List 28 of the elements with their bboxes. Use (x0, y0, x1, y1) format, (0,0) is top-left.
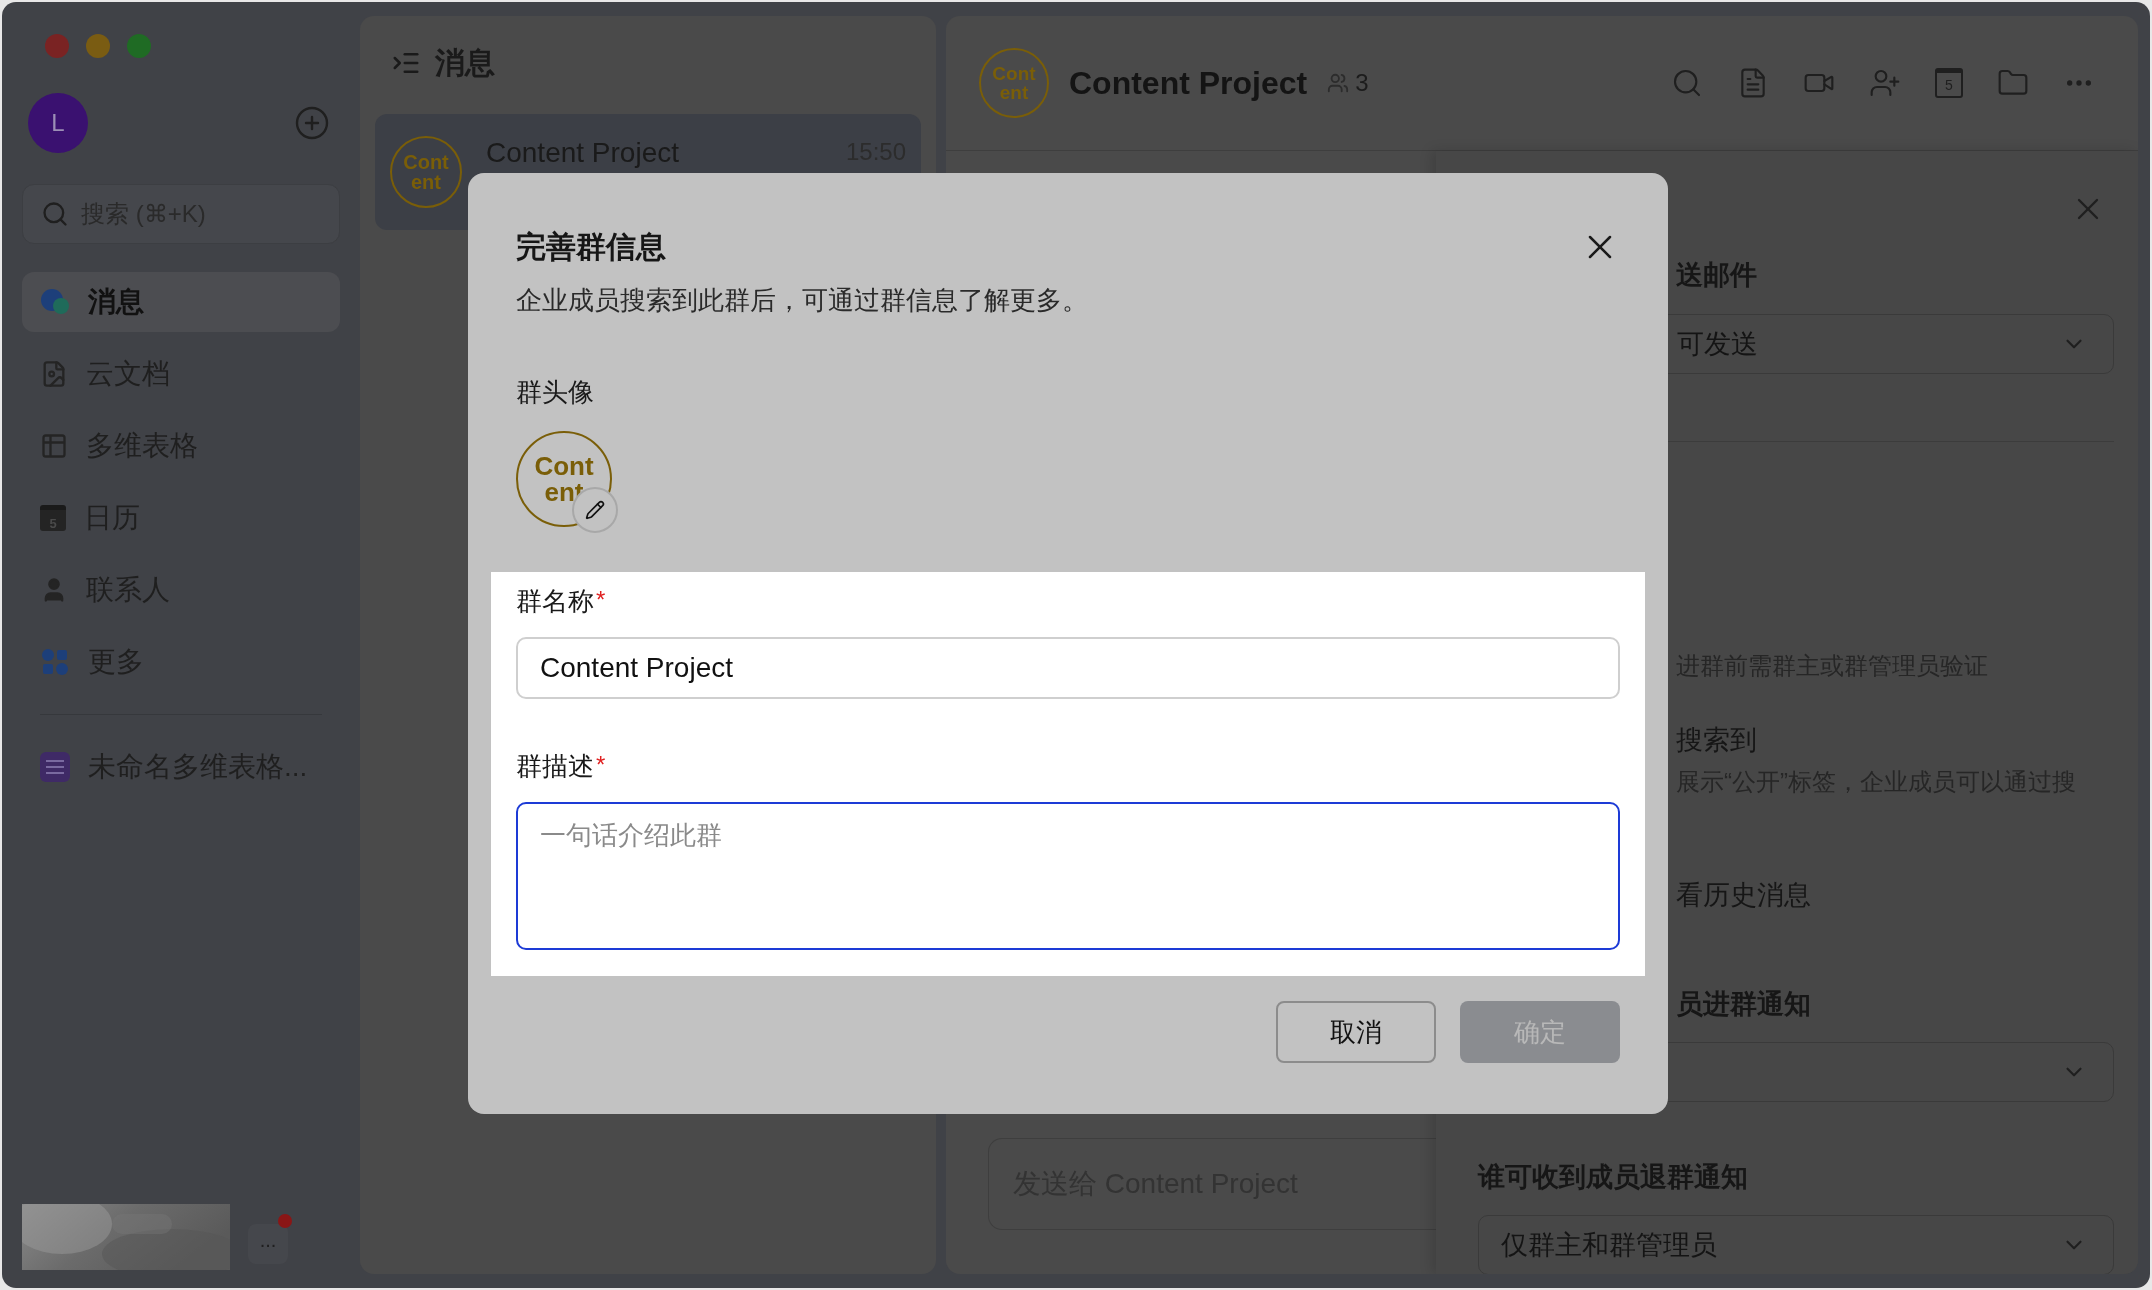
window-control[interactable] (86, 34, 110, 58)
required-mark: * (596, 585, 606, 615)
nav-item[interactable]: 消息 (22, 272, 340, 332)
group-description-input[interactable]: 一句话介绍此群 (516, 802, 1620, 950)
more-button[interactable]: ... (248, 1224, 288, 1264)
field-label: 群描述 (516, 750, 594, 783)
group-avatar: Cont ent (390, 136, 462, 208)
window-control[interactable] (127, 34, 151, 58)
dialog-description: 企业成员搜索到此群后，可通过群信息了解更多。 (516, 285, 1088, 315)
members-icon (1327, 72, 1350, 94)
table-icon (40, 432, 68, 460)
group-name-input[interactable]: Content Project (516, 637, 1620, 699)
add-member-icon[interactable] (1869, 67, 1901, 99)
chat-bubbles-icon (40, 288, 70, 316)
window-control[interactable] (45, 34, 69, 58)
pencil-icon (585, 500, 605, 520)
search-icon[interactable] (1671, 67, 1703, 99)
cancel-button[interactable]: 取消 (1276, 1001, 1436, 1063)
user-avatar[interactable]: L (28, 93, 88, 153)
group-avatar: Cont ent (979, 48, 1049, 118)
field-label: 群名称 (516, 585, 594, 618)
table-icon (40, 752, 70, 782)
dialog-title: 完善群信息 (516, 229, 667, 265)
search-icon (41, 200, 69, 228)
avatar-label: 群头像 (516, 377, 594, 407)
required-mark: * (596, 750, 606, 780)
app-grid-icon (40, 647, 70, 677)
add-icon[interactable] (294, 105, 330, 141)
